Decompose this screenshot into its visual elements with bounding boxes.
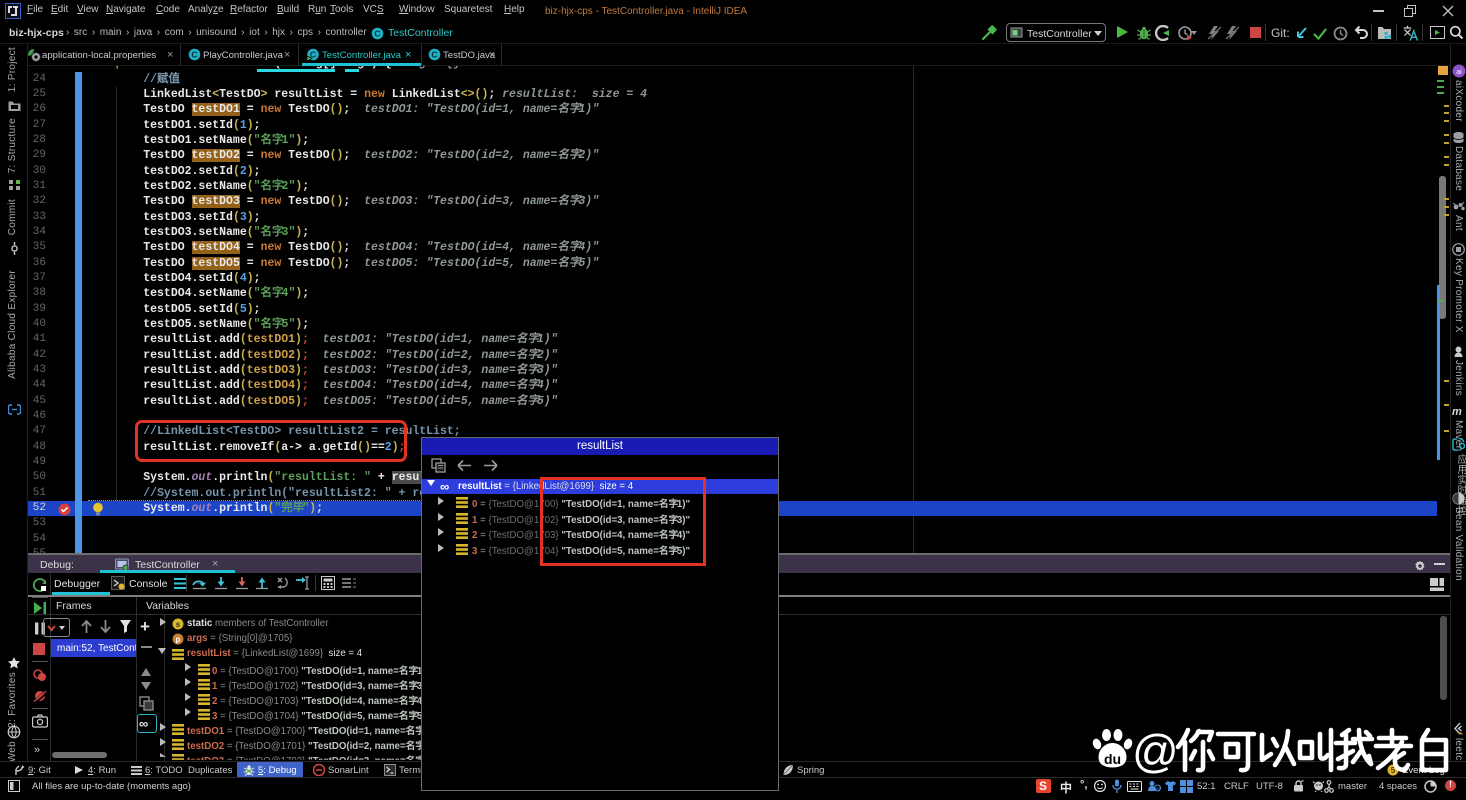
svg-text:so: so — [1155, 786, 1160, 791]
svg-text:s: s — [176, 620, 181, 629]
svg-text:C: C — [431, 50, 437, 60]
svg-text:du: du — [1104, 751, 1121, 767]
svg-text:@: @ — [1132, 725, 1179, 777]
svg-text:ai: ai — [1456, 69, 1462, 76]
svg-text:C: C — [191, 50, 197, 60]
svg-text:C: C — [374, 29, 380, 39]
svg-text:p: p — [176, 635, 181, 644]
